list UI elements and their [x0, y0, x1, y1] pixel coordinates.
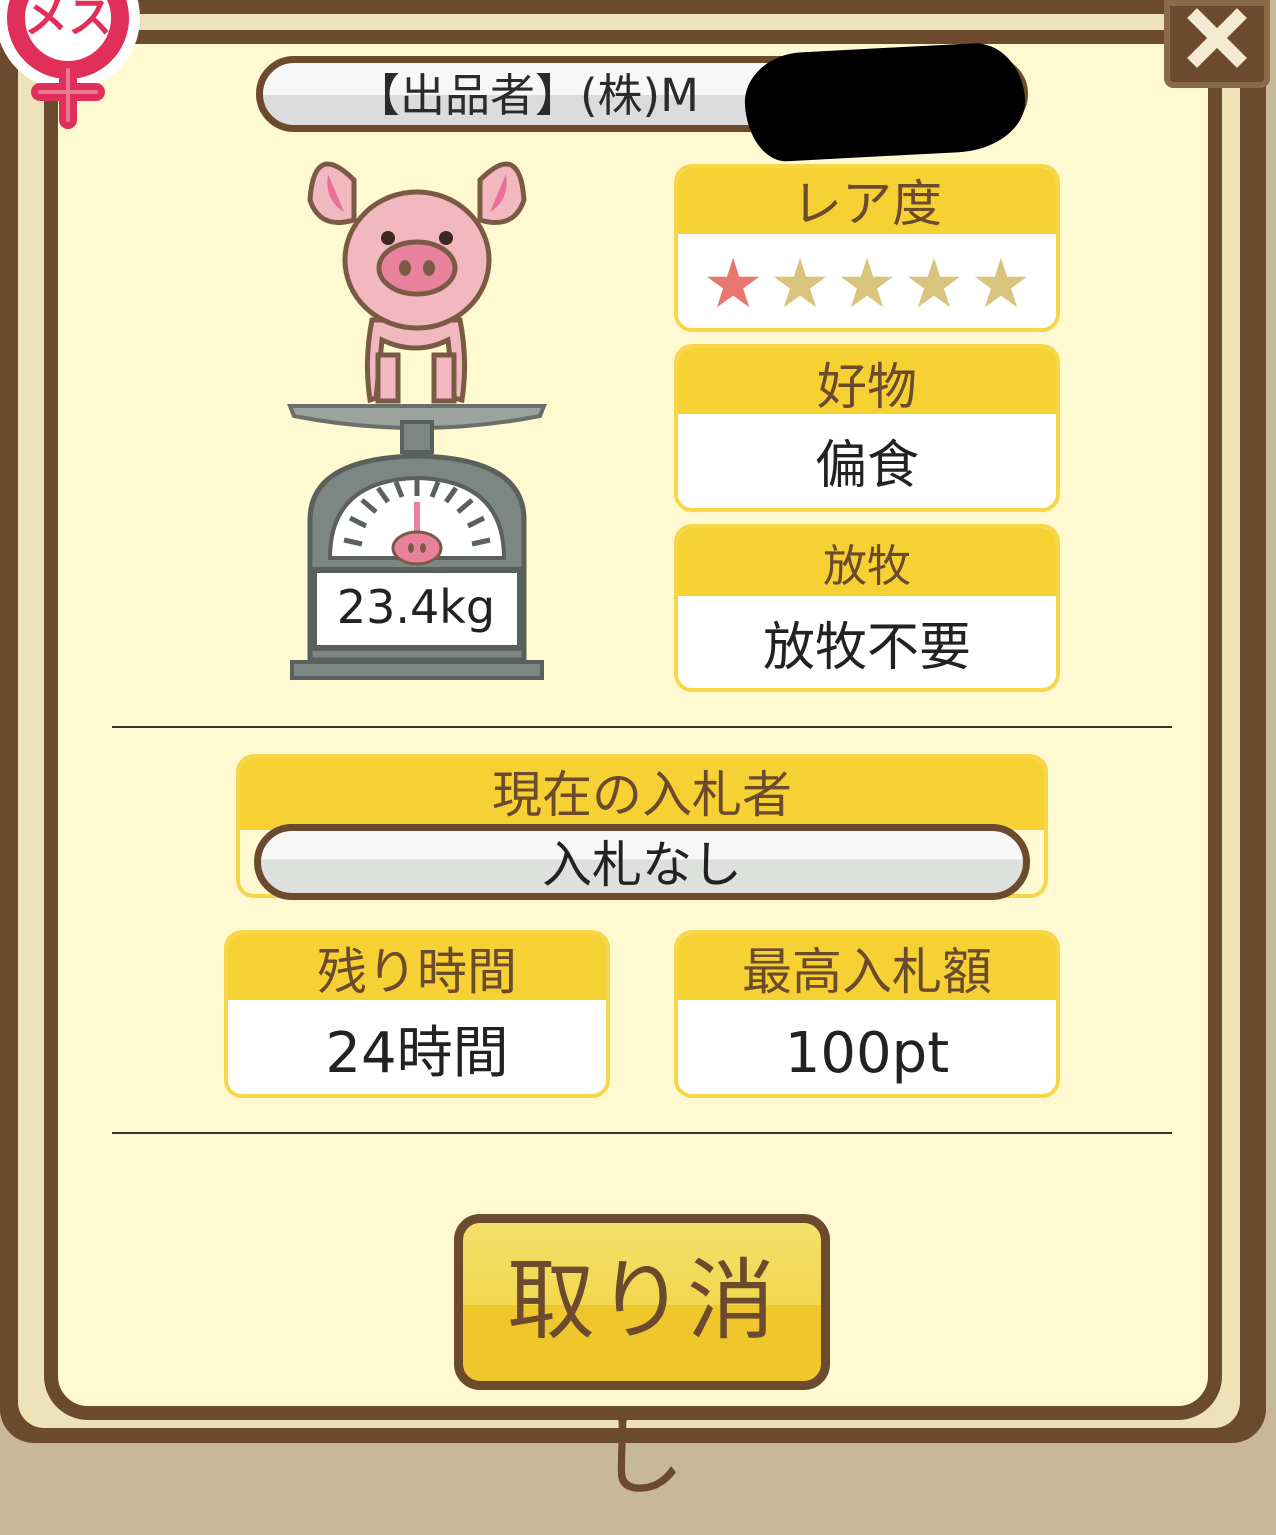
- seller-label: 【出品者】(株)M: [355, 69, 699, 122]
- current-bidder-label: 現在の入札者: [240, 758, 1044, 830]
- rarity-stars: ★ ★ ★ ★ ★: [678, 234, 1056, 328]
- star-empty-icon: ★: [769, 245, 831, 324]
- highest-bid-value: 100pt: [784, 1021, 950, 1086]
- divider: [112, 1132, 1172, 1134]
- female-badge: メス: [0, 0, 166, 130]
- star-empty-icon: ★: [903, 245, 965, 324]
- remaining-time-value: 24時間: [325, 1021, 509, 1086]
- favorite-food-label: 好物: [678, 348, 1056, 416]
- highest-bid-label: 最高入札額: [678, 934, 1056, 1001]
- current-bidder-value: 入札なし: [254, 824, 1030, 900]
- pig-weight: 23.4kg: [336, 580, 496, 634]
- remaining-time-box: 残り時間 24時間: [224, 930, 610, 1098]
- close-button[interactable]: [1164, 0, 1270, 88]
- gender-badge-label: メス: [24, 0, 112, 43]
- grazing-box: 放牧 放牧不要: [674, 524, 1060, 692]
- favorite-food-box: 好物 偏食: [674, 344, 1060, 512]
- remaining-time-label: 残り時間: [228, 934, 606, 1001]
- grazing-value: 放牧不要: [762, 618, 971, 678]
- cancel-button[interactable]: 取り消し: [454, 1214, 830, 1508]
- redaction-mark: [742, 40, 1028, 164]
- rarity-box: レア度 ★ ★ ★ ★ ★: [674, 164, 1060, 332]
- grazing-label: 放牧: [678, 528, 1056, 596]
- highest-bid-box: 最高入札額 100pt: [674, 930, 1060, 1098]
- close-icon: [1187, 8, 1247, 68]
- rarity-label: レア度: [678, 168, 1056, 234]
- star-empty-icon: ★: [836, 245, 898, 324]
- star-empty-icon: ★: [970, 245, 1032, 324]
- favorite-food-value: 偏食: [814, 436, 919, 496]
- divider: [112, 726, 1172, 728]
- star-filled-icon: ★: [702, 245, 764, 324]
